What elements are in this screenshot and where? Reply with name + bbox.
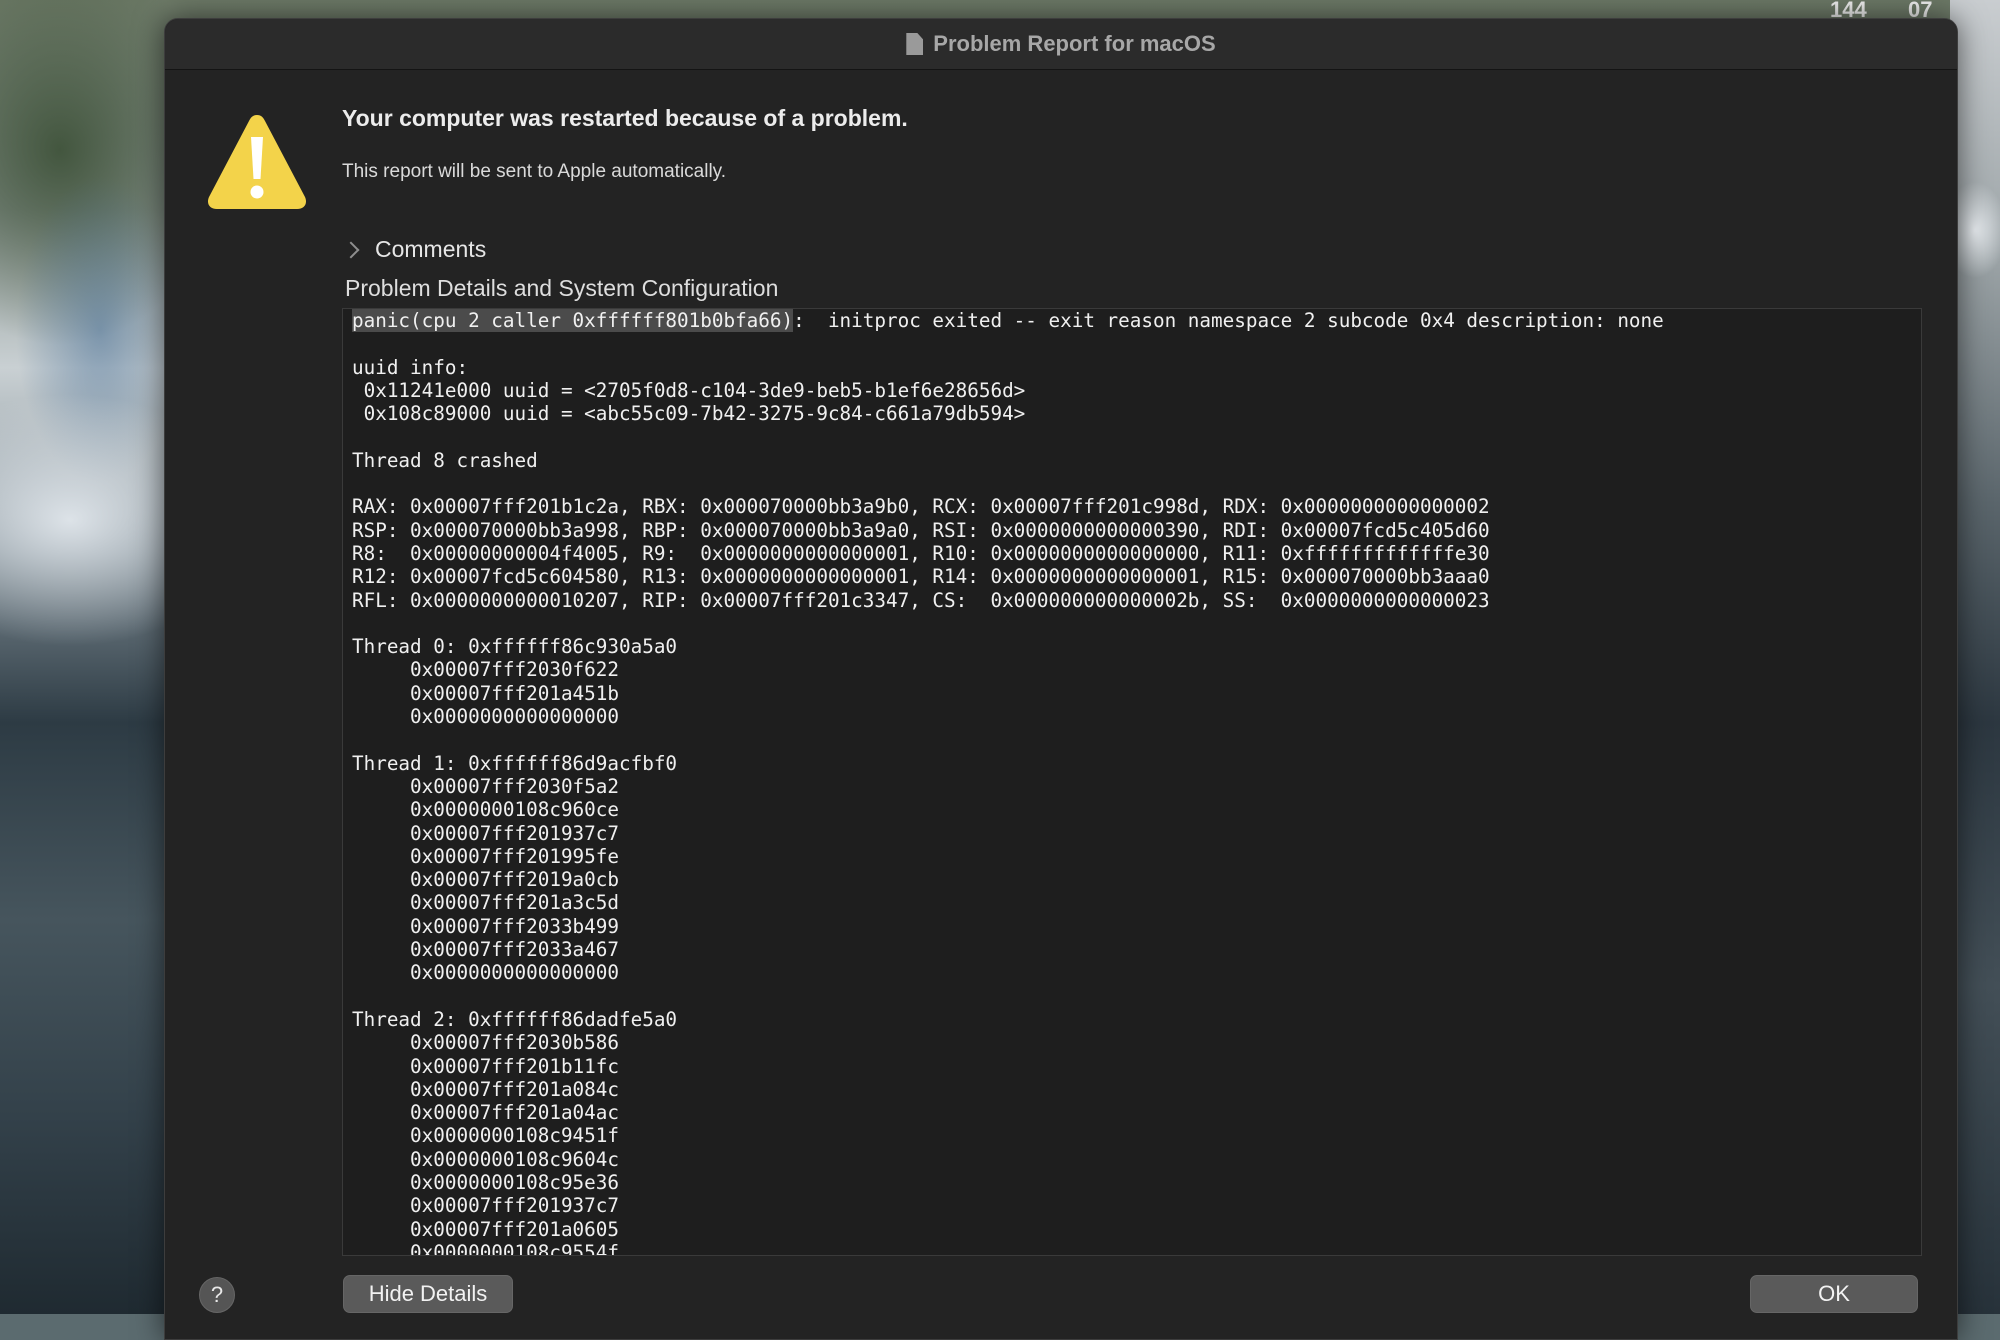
comments-disclosure[interactable]: Comments [342,236,487,263]
headline-text: Your computer was restarted because of a… [342,105,908,131]
warning-icon [207,115,307,209]
hide-details-button[interactable]: Hide Details [343,1275,513,1313]
menubar-value-right: 07 [1908,0,1933,22]
section-title: Problem Details and System Configuration [345,275,779,301]
window-title: Problem Report for macOS [933,31,1216,56]
ok-button[interactable]: OK [1750,1275,1918,1313]
chevron-right-icon [342,241,360,258]
problem-details-textview[interactable]: panic(cpu 2 caller 0xffffff801b0bfa66): … [342,308,1922,1256]
subline-text: This report will be sent to Apple automa… [342,161,727,182]
details-body: uuid info: 0x11241e000 uuid = <2705f0d8-… [352,355,1490,1256]
selected-text: panic(cpu 2 caller 0xffffff801b0bfa66) [352,309,794,332]
document-icon [906,33,924,55]
problem-report-window: Problem Report for macOS Your computer w… [164,18,1958,1340]
menubar-value-left: 144 [1830,0,1867,22]
first-line-rest: : initproc exited -- exit reason namespa… [793,309,1664,332]
details-text: panic(cpu 2 caller 0xffffff801b0bfa66): … [343,309,1921,1256]
title-bar[interactable]: Problem Report for macOS [165,19,1957,70]
comments-label: Comments [375,236,487,262]
help-button[interactable]: ? [199,1277,235,1313]
